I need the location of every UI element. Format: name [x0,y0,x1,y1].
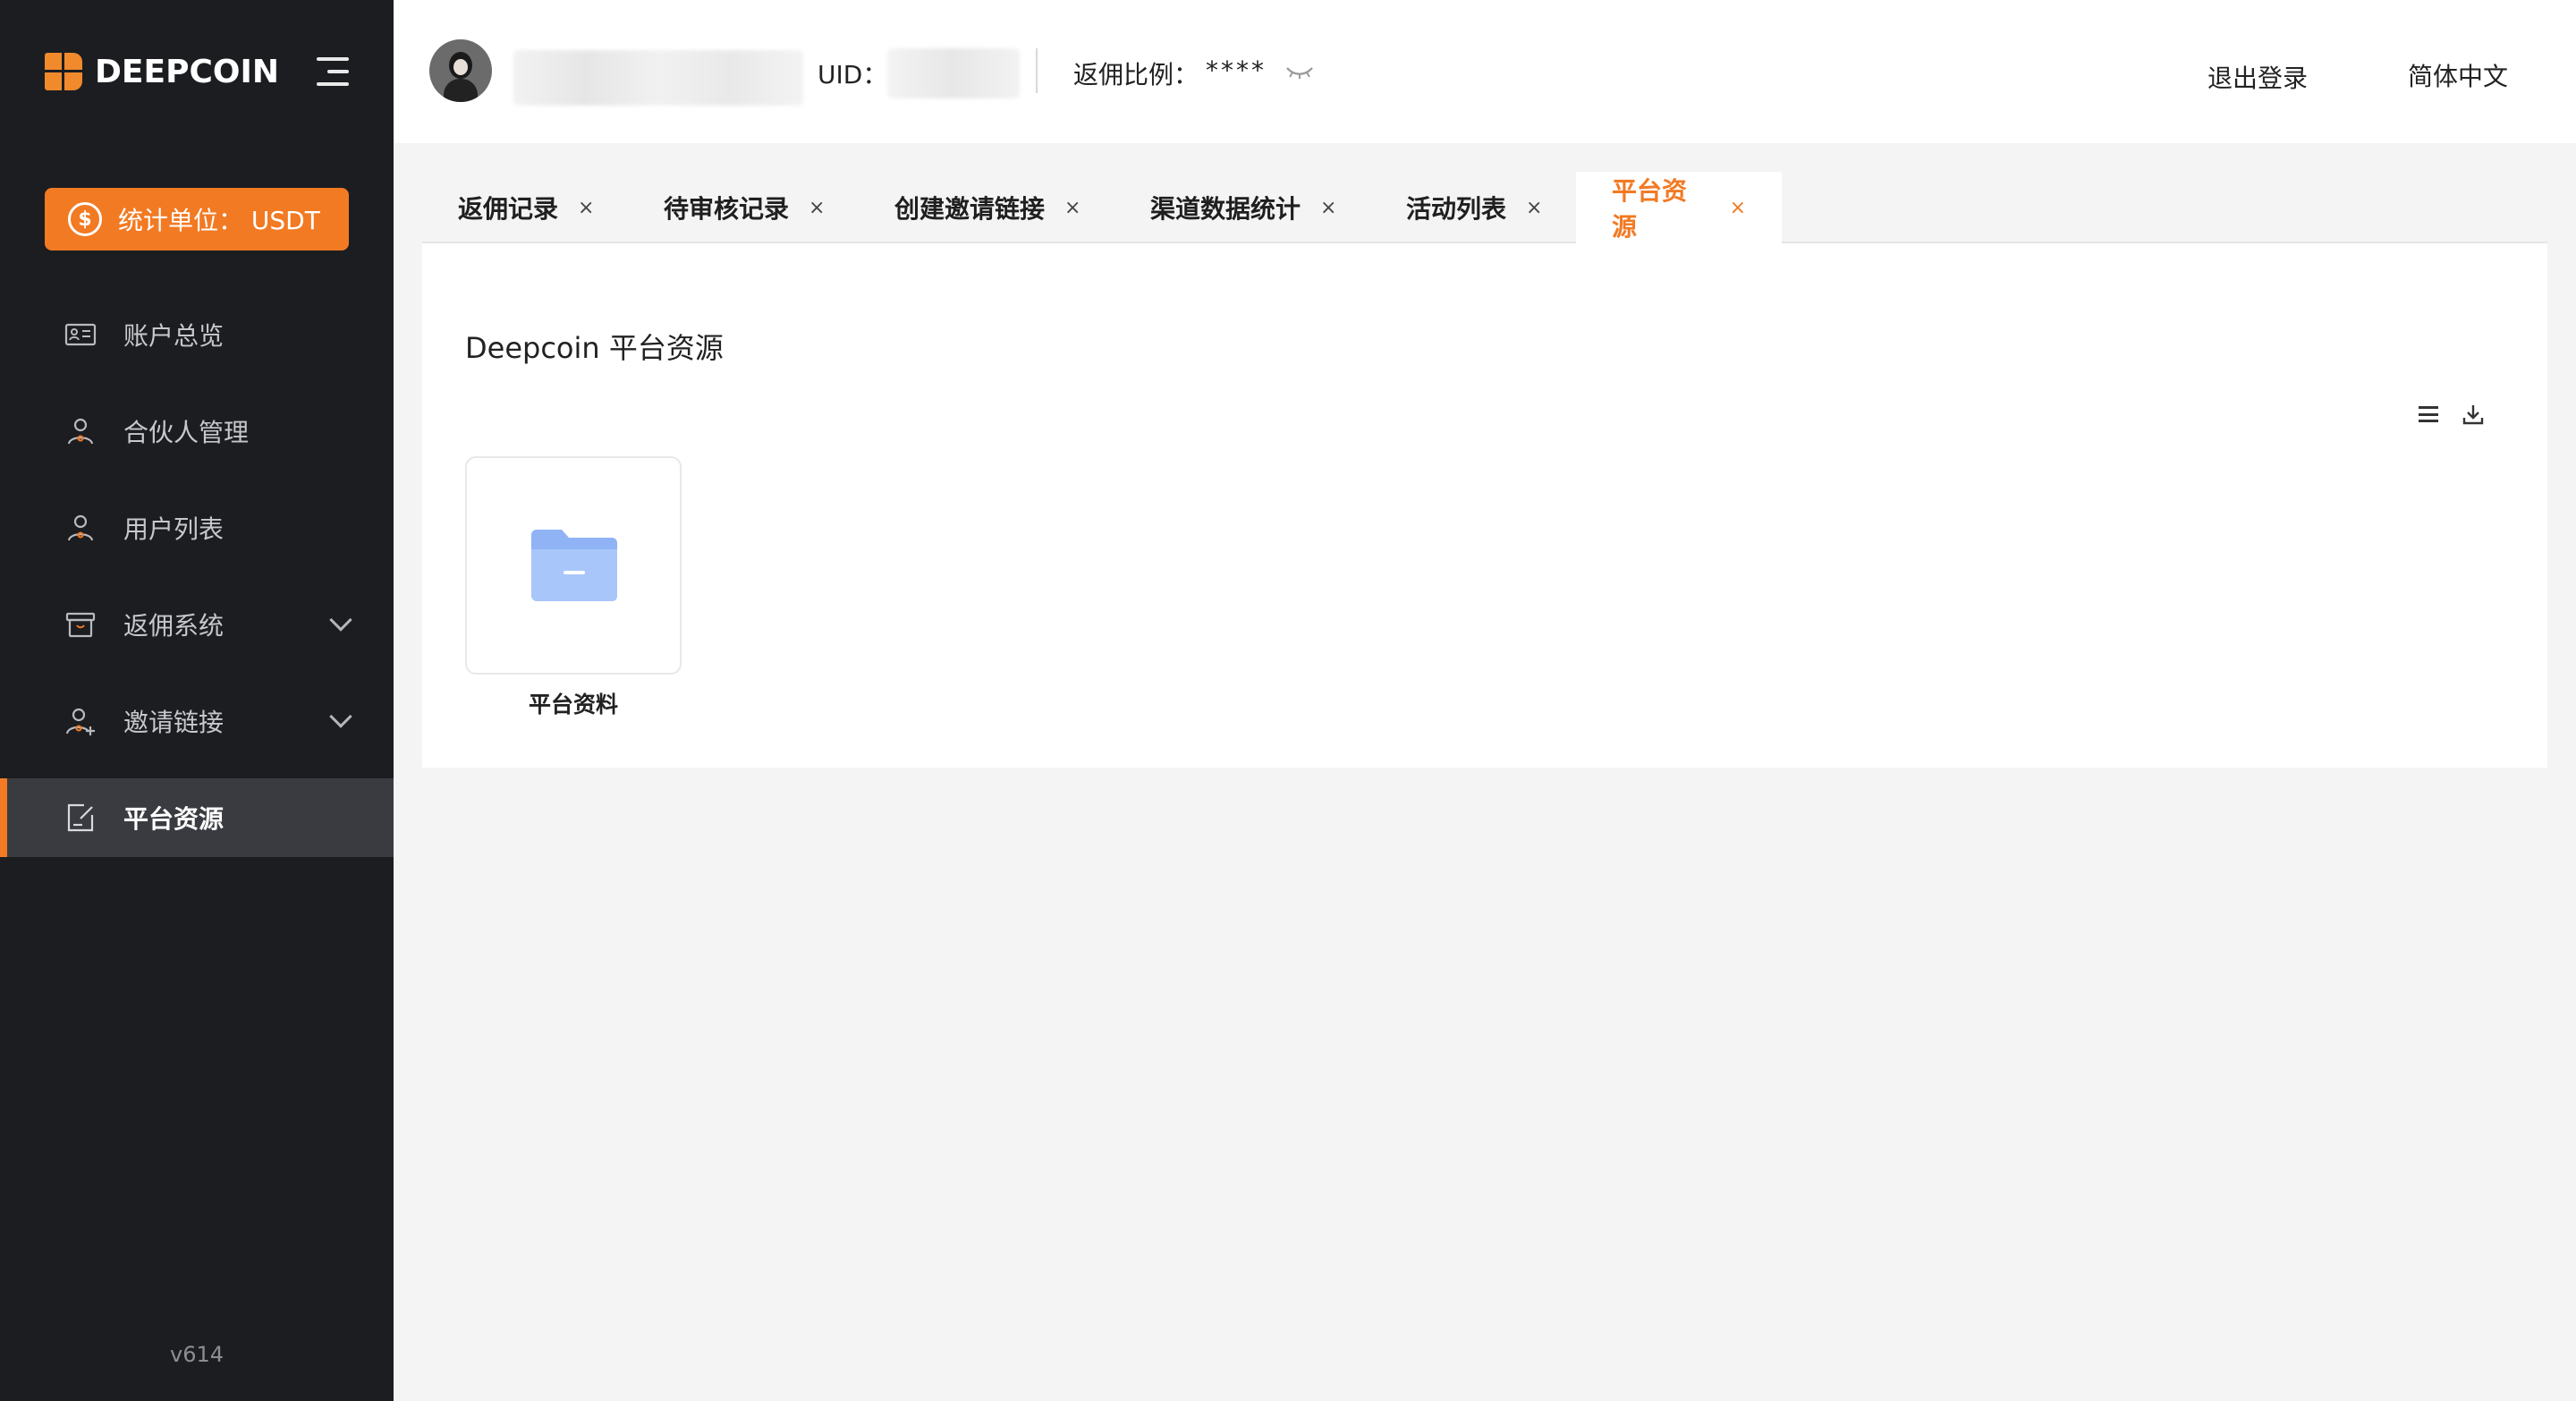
sidebar-item-label: 用户列表 [123,514,225,544]
rebate-ratio-value: **** [1206,55,1267,85]
avatar[interactable] [429,39,492,102]
tab-activity-list[interactable]: 活动列表 × [1370,172,1578,243]
close-icon[interactable]: × [578,197,594,219]
tab-label: 待审核记录 [664,194,790,224]
logout-button[interactable]: 退出登录 [2207,59,2308,95]
sidebar-item-rebate-system[interactable]: 返佣系统 [0,585,394,664]
header-bar: UID： 返佣比例： **** 退出登录 简体中文 [394,0,2576,143]
edit-doc-icon [67,803,94,832]
tab-channel-stats[interactable]: 渠道数据统计 × [1114,172,1372,243]
resources-panel: Deepcoin 平台资源 平台资料 [422,243,2547,768]
chevron-down-icon[interactable] [329,608,352,632]
tab-label: 活动列表 [1406,194,1507,224]
stat-unit-button[interactable]: $ 统计单位： USDT [45,188,349,250]
brand-name: DEEPCOIN [95,53,279,90]
tab-label: 返佣记录 [458,194,559,224]
sidebar: DEEPCOIN $ 统计单位： USDT 账户总览 合伙人管理 用户列表 返佣… [0,0,394,1401]
language-selector[interactable]: 简体中文 [2408,57,2508,93]
close-icon[interactable]: × [1320,197,1336,219]
close-icon[interactable]: × [1526,197,1542,219]
sidebar-item-platform-resources[interactable]: 平台资源 [0,778,394,857]
sidebar-item-label: 平台资源 [123,804,225,834]
sidebar-item-label: 合伙人管理 [123,418,250,447]
page-title: Deepcoin 平台资源 [465,331,724,365]
tab-pending-review[interactable]: 待审核记录 × [628,172,860,243]
menu-collapse-icon[interactable] [317,57,349,86]
sidebar-item-account-overview[interactable]: 账户总览 [0,295,394,374]
sidebar-item-partner-management[interactable]: 合伙人管理 [0,392,394,471]
uid-value-redacted [887,48,1020,98]
user-icon [67,514,94,541]
brand-logo[interactable]: DEEPCOIN [45,52,279,91]
sidebar-item-label: 返佣系统 [123,611,225,641]
sidebar-item-user-list[interactable]: 用户列表 [0,488,394,567]
eye-closed-icon[interactable] [1284,63,1315,81]
folder-label[interactable]: 平台资料 [465,687,682,719]
uid-label: UID： [818,60,888,89]
gift-box-icon [65,612,96,638]
close-icon[interactable]: × [809,197,825,219]
tab-label: 渠道数据统计 [1150,194,1301,224]
sidebar-nav: 账户总览 合伙人管理 用户列表 返佣系统 邀请链接 平台资源 [0,295,394,875]
download-icon[interactable] [2462,403,2485,426]
folder-card[interactable] [465,456,682,675]
chevron-down-icon[interactable] [329,705,352,728]
folder-icon [531,530,617,601]
header-divider [1036,48,1038,93]
tab-create-invite-link[interactable]: 创建邀请链接 × [859,172,1116,243]
page-tabs: 返佣记录 × 待审核记录 × 创建邀请链接 × 渠道数据统计 × 活动列表 × … [422,172,2547,243]
sidebar-item-label: 邀请链接 [123,708,225,737]
stat-unit-label: 统计单位： USDT [118,206,320,235]
partner-icon [67,418,94,445]
dollar-coin-icon: $ [68,202,102,236]
sidebar-item-invite-link[interactable]: 邀请链接 [0,682,394,760]
close-icon[interactable]: × [1064,197,1080,219]
deepcoin-logo-icon [45,53,82,90]
tab-rebate-records[interactable]: 返佣记录 × [422,172,630,243]
list-view-icon[interactable] [2419,406,2438,422]
id-card-icon [64,323,97,346]
tab-platform-resources[interactable]: 平台资源 × [1576,172,1782,243]
app-version: v614 [169,1342,224,1367]
tab-label: 创建邀请链接 [894,194,1046,224]
sidebar-item-label: 账户总览 [123,321,225,351]
rebate-ratio-label: 返佣比例： [1073,60,1199,89]
close-icon[interactable]: × [1730,197,1746,219]
user-add-icon [65,708,95,735]
tab-label: 平台资源 [1612,176,1688,242]
username-redacted [513,50,803,106]
